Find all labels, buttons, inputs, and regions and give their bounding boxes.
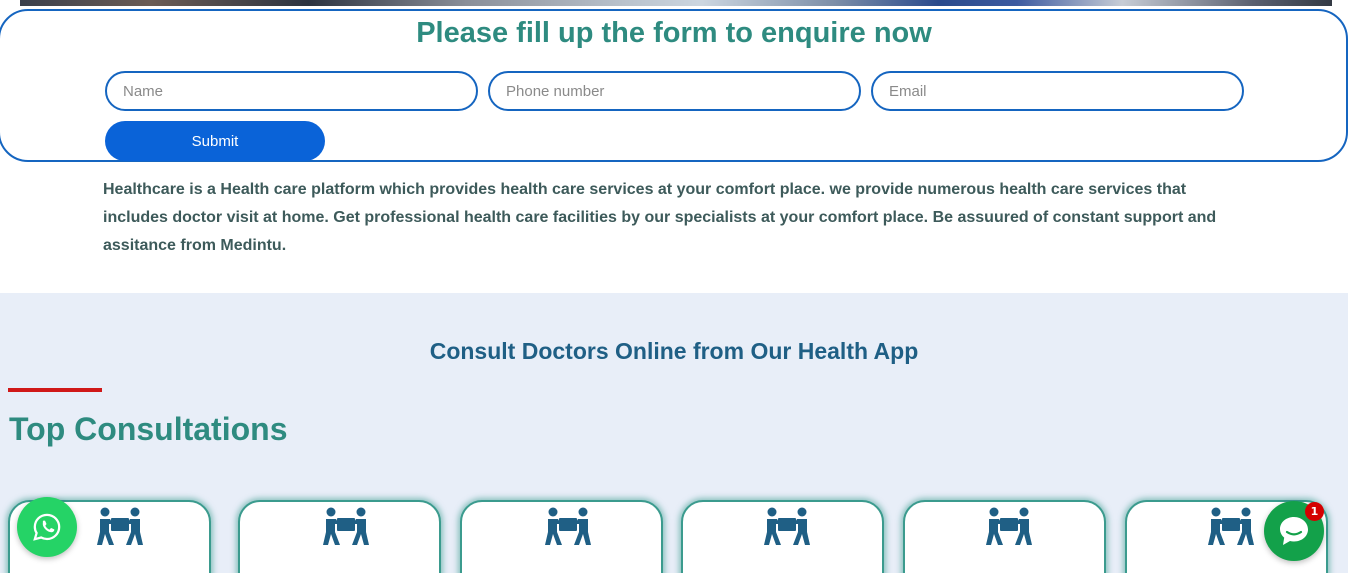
phone-input[interactable]: [488, 71, 861, 111]
enquiry-form: Please fill up the form to enquire now S…: [0, 9, 1348, 162]
whatsapp-icon: [33, 513, 61, 541]
title-accent-bar: [8, 388, 102, 392]
people-carrying-box-icon: [1208, 507, 1254, 545]
name-input[interactable]: [105, 71, 478, 111]
people-carrying-box-icon: [986, 507, 1032, 545]
chat-notification-badge: 1: [1305, 502, 1324, 521]
people-carrying-box-icon: [764, 507, 810, 545]
top-consultations-title: Top Consultations: [9, 411, 288, 447]
people-carrying-box-icon: [97, 507, 143, 545]
submit-button[interactable]: Submit: [105, 121, 325, 161]
email-input[interactable]: [871, 71, 1244, 111]
consultation-card[interactable]: [681, 500, 884, 573]
enquiry-form-title: Please fill up the form to enquire now: [416, 17, 932, 49]
consultation-card[interactable]: [460, 500, 663, 573]
hero-image-strip: [0, 0, 1348, 6]
whatsapp-button[interactable]: [17, 497, 77, 557]
people-carrying-box-icon: [323, 507, 369, 545]
consultations-section: Consult Doctors Online from Our Health A…: [0, 293, 1348, 573]
consultation-card[interactable]: [238, 500, 441, 573]
consultation-card[interactable]: [903, 500, 1106, 573]
people-carrying-box-icon: [545, 507, 591, 545]
consult-app-heading: Consult Doctors Online from Our Health A…: [429, 338, 919, 364]
about-paragraph: Healthcare is a Health care platform whi…: [103, 181, 1217, 254]
chat-bubble-icon: [1280, 517, 1308, 545]
